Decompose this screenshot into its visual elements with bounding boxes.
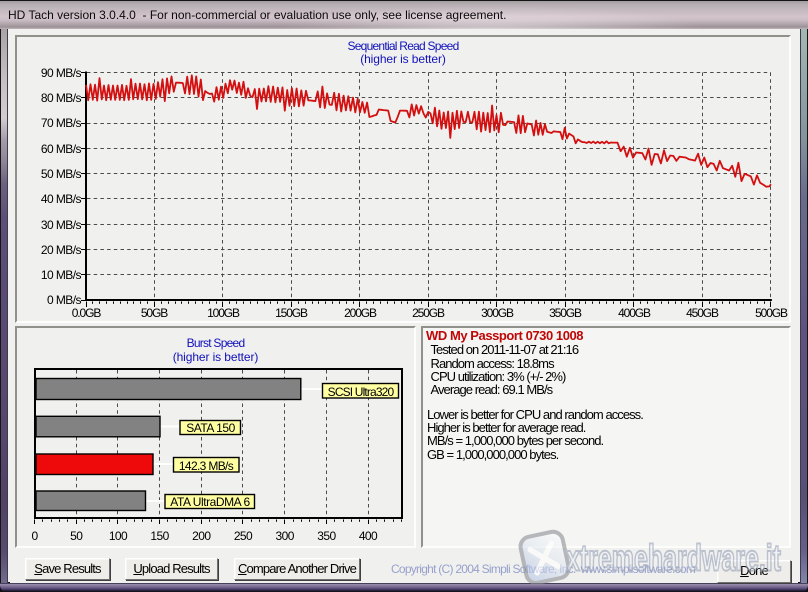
svg-text:xtremehardware.it: xtremehardware.it: [566, 538, 781, 579]
